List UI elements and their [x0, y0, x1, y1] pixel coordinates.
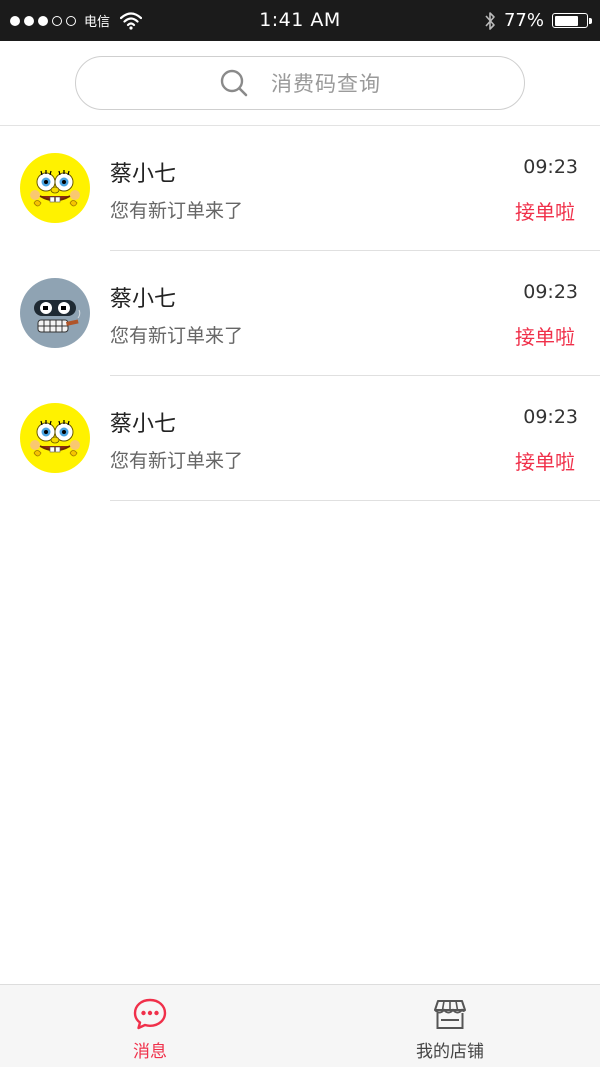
status-right: 77% [484, 0, 592, 41]
bluetooth-icon [485, 11, 495, 30]
accept-order-button[interactable]: 接单啦 [515, 446, 575, 475]
avatar [20, 403, 90, 473]
robot-avatar-icon [20, 278, 90, 348]
message-time: 09:23 [523, 281, 578, 303]
message-text: 您有新订单来了 [110, 200, 244, 222]
message-list: 蔡小七 09:23 您有新订单来了 接单啦 蔡小七 09:23 您有新订单来了 … [0, 126, 600, 501]
battery-tip [589, 17, 592, 24]
search-placeholder: 消费码查询 [271, 72, 381, 96]
message-text: 您有新订单来了 [110, 325, 244, 347]
accept-order-button[interactable]: 接单啦 [515, 196, 575, 225]
screen: 电信 1:41 AM 77% 消费码查询 蔡小七 09:23 您有新订单来了 接… [0, 0, 600, 1067]
message-item[interactable]: 蔡小七 09:23 您有新订单来了 接单啦 [0, 376, 600, 501]
battery-icon [552, 13, 592, 28]
avatar [20, 153, 90, 223]
status-bar: 电信 1:41 AM 77% [0, 0, 600, 41]
tab-label: 消息 [133, 1042, 167, 1062]
message-text: 您有新订单来了 [110, 450, 244, 472]
message-item[interactable]: 蔡小七 09:23 您有新订单来了 接单啦 [0, 126, 600, 251]
spongebob-avatar-icon [20, 153, 90, 223]
battery-percent: 77% [503, 10, 544, 31]
message-sender: 蔡小七 [110, 162, 177, 187]
message-sender: 蔡小七 [110, 287, 177, 312]
tab-my-store[interactable]: 我的店铺 [300, 985, 600, 1067]
spongebob-avatar-icon [20, 403, 90, 473]
chat-bubble-icon [133, 998, 167, 1030]
message-time: 09:23 [523, 156, 578, 178]
tab-label: 我的店铺 [416, 1042, 484, 1062]
battery-level [554, 15, 578, 26]
tab-bar: 消息 我的店铺 [0, 984, 600, 1067]
message-time: 09:23 [523, 406, 578, 428]
message-sender: 蔡小七 [110, 412, 177, 437]
avatar [20, 278, 90, 348]
search-icon [220, 69, 248, 97]
accept-order-button[interactable]: 接单啦 [515, 321, 575, 350]
search-area: 消费码查询 [0, 41, 600, 126]
search-input[interactable]: 消费码查询 [75, 56, 525, 110]
divider [110, 500, 600, 501]
tab-messages[interactable]: 消息 [0, 985, 300, 1067]
store-icon [434, 1000, 466, 1029]
message-item[interactable]: 蔡小七 09:23 您有新订单来了 接单啦 [0, 251, 600, 376]
